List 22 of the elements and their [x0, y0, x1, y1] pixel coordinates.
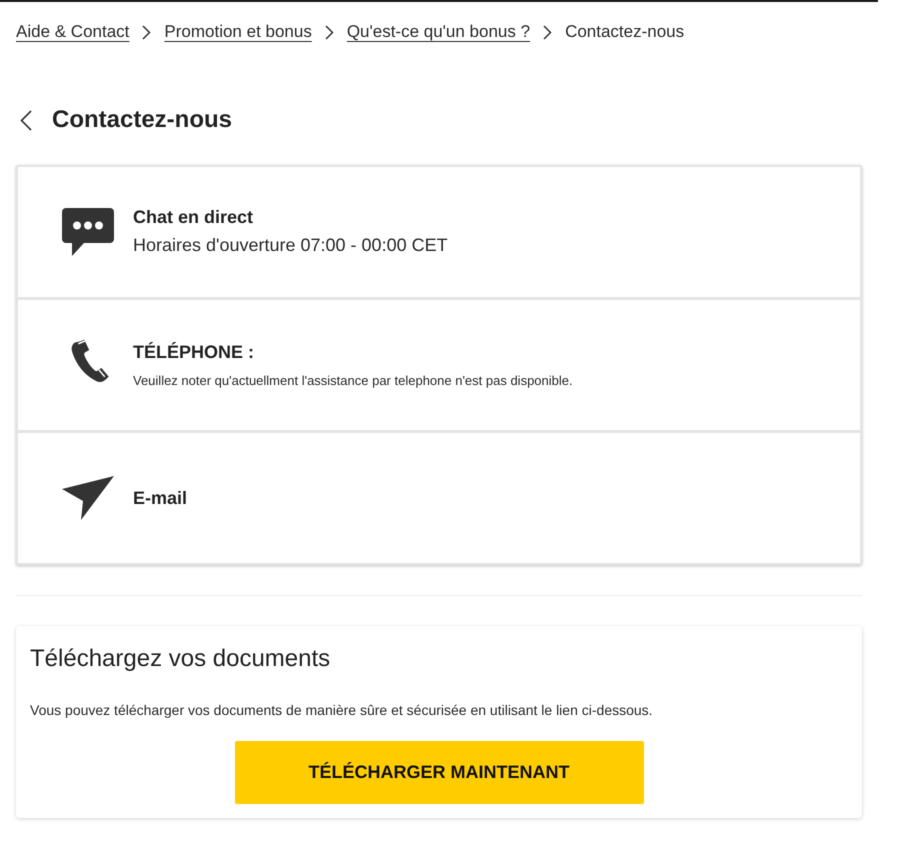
chat-bubble-icon [62, 206, 114, 258]
breadcrumb-link[interactable]: Aide & Contact [16, 20, 130, 44]
chevron-right-icon [543, 24, 552, 40]
chevron-left-icon [20, 110, 32, 130]
contact-option[interactable]: TÉLÉPHONE : Veuillez noter qu'actuellment l'assistance par telephone n'est pas disponible. [18, 300, 860, 430]
option-note: Veuillez noter qu'actuellment l'assistance par telephone n'est pas disponible. [133, 372, 573, 390]
breadcrumb-link[interactable]: Promotion et bonus [164, 20, 312, 44]
back-button[interactable] [20, 110, 32, 130]
chevron-right-icon [142, 24, 152, 40]
breadcrumb-link[interactable]: Qu'est-ce qu'un bonus ? [346, 20, 530, 44]
upload-title: Téléchargez vos documents [30, 644, 332, 674]
option-title: Chat en direct [133, 206, 254, 229]
current-page-label: Contactez-nous [565, 21, 684, 43]
download-button[interactable]: TÉLÉCHARGER MAINTENANT [234, 741, 644, 804]
contact-option[interactable]: E-mail [18, 433, 860, 563]
contact-option[interactable]: Chat en direct Horaires d'ouverture 07:00 - 00:00 CET [18, 167, 860, 297]
option-title: E-mail [133, 487, 188, 510]
option-hours: Horaires d'ouverture 07:00 - 00:00 CET [133, 234, 448, 257]
chevron-right-icon [324, 24, 334, 40]
page-title: Contactez-nous [52, 105, 232, 135]
upload-text: Vous pouvez télécharger vos documents de manière sûre et sécurisée en utilisant le lien ci-dessous. [30, 701, 654, 720]
option-title: TÉLÉPHONE : [133, 341, 256, 364]
